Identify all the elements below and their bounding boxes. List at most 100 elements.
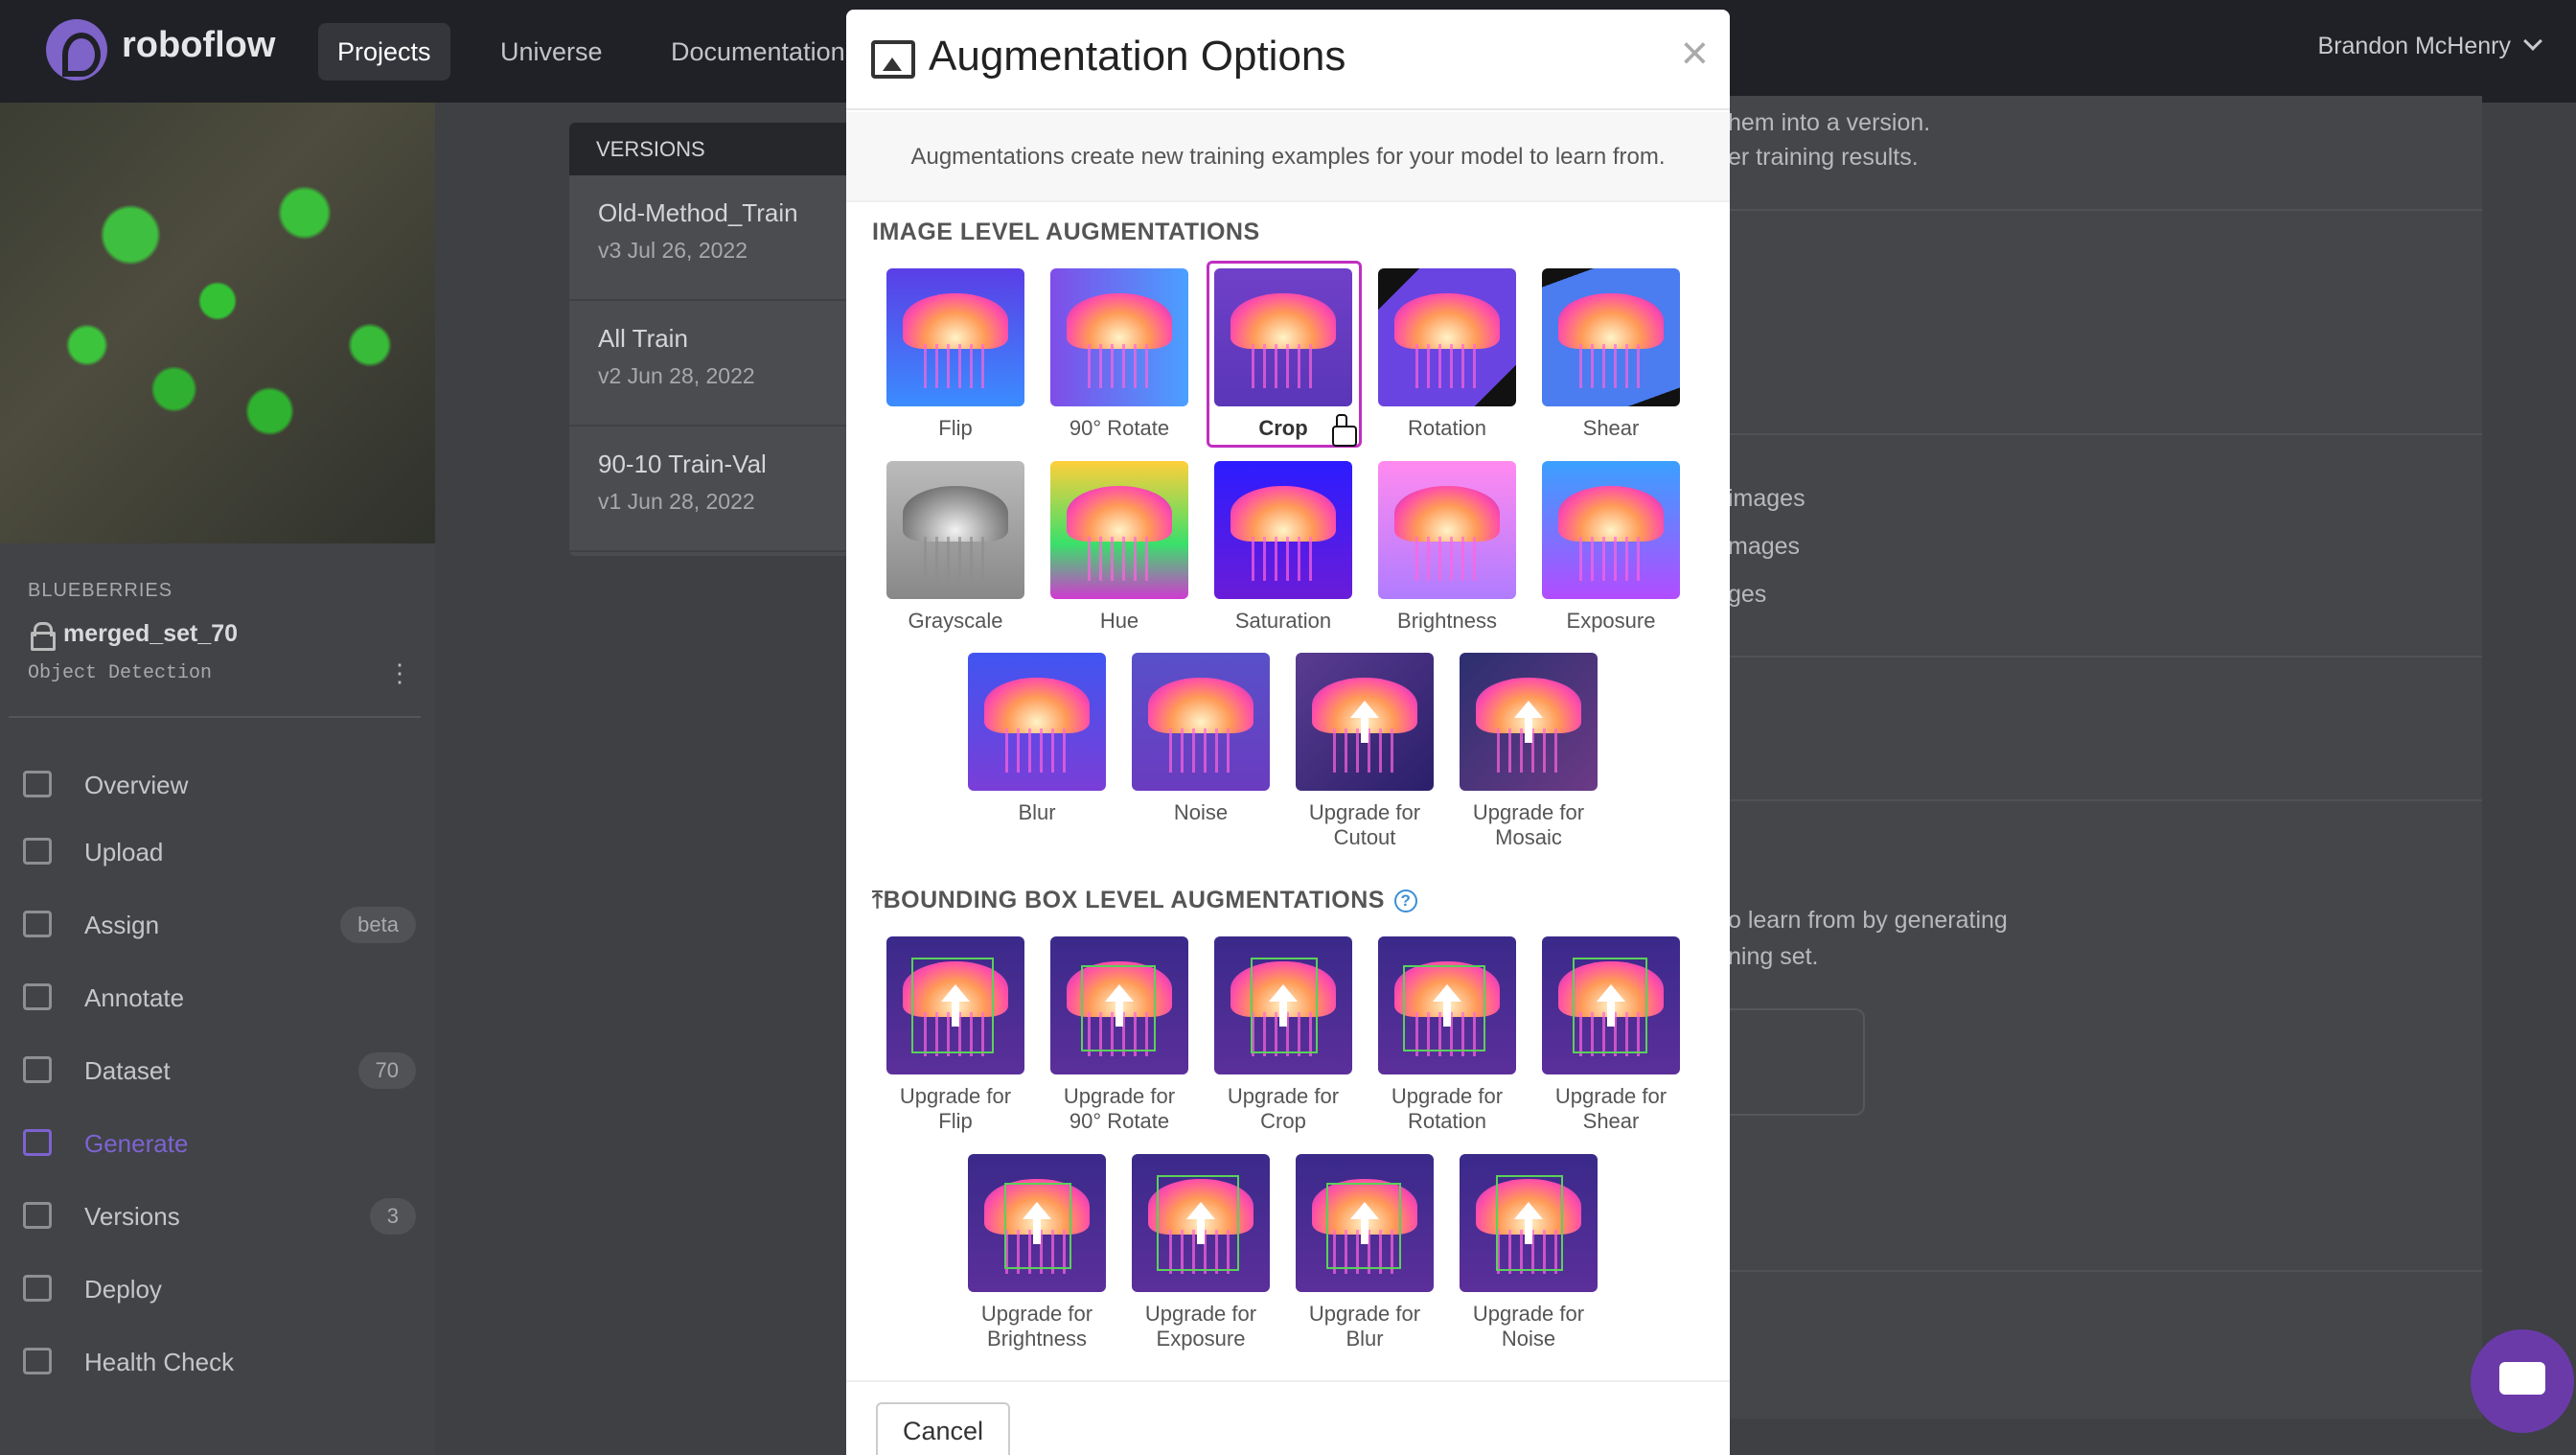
sidebar-item-annotate[interactable]: Annotate: [23, 976, 416, 1018]
augmentation-preview-image: [886, 936, 1024, 1074]
generate-icon: [23, 1129, 52, 1156]
jellyfish-image: [1230, 485, 1336, 581]
close-icon[interactable]: ×: [1681, 29, 1709, 77]
augmentation-tile-upgrade-for-brightness[interactable]: Upgrade for Brightness: [967, 1154, 1107, 1351]
upgrade-arrow-icon: [941, 984, 970, 1027]
augmentation-preview-image: [886, 461, 1024, 599]
project-name[interactable]: merged_set_70: [63, 620, 238, 648]
sidebar-item-health-check[interactable]: Health Check: [23, 1340, 416, 1382]
augmentation-tile-upgrade-for-blur[interactable]: Upgrade for Blur: [1295, 1154, 1435, 1351]
modal-footer-divider: [846, 1380, 1730, 1382]
search-icon: [23, 911, 52, 937]
jellyfish-image: [984, 677, 1090, 773]
augmentation-tile-brightness[interactable]: Brightness: [1377, 461, 1517, 634]
upgrade-arrow-icon: [1514, 701, 1543, 743]
augmentation-tile-flip[interactable]: Flip: [886, 268, 1025, 441]
nav-documentation[interactable]: Documentation: [652, 23, 864, 81]
augmentation-label: Upgrade for Crop: [1227, 1084, 1340, 1133]
version-item[interactable]: Old-Method_Train v3 Jul 26, 2022: [569, 175, 857, 301]
bg-text: o learn from by generating: [1728, 907, 2008, 934]
augmentation-tile-upgrade-for-shear[interactable]: Upgrade for Shear: [1541, 936, 1681, 1134]
augmentation-tile-rotation[interactable]: Rotation: [1377, 268, 1517, 441]
augmentation-tile-upgrade-for-cutout[interactable]: Upgrade for Cutout: [1295, 653, 1435, 850]
modal-header: Augmentation Options ×: [846, 10, 1730, 110]
nav-universe[interactable]: Universe: [481, 23, 622, 81]
bg-text: ges: [1728, 581, 1767, 608]
augmentation-preview-image: [1460, 653, 1598, 791]
jellyfish-image: [1394, 485, 1500, 581]
chat-icon[interactable]: [2471, 1329, 2574, 1433]
bg-text: hem into a version.: [1728, 109, 1931, 136]
augmentation-tile-upgrade-for-90-rotate[interactable]: Upgrade for 90° Rotate: [1049, 936, 1189, 1134]
chevron-down-icon: [2523, 32, 2542, 51]
roboflow-logo-icon[interactable]: [46, 19, 107, 81]
jellyfish-image: [1067, 292, 1172, 388]
user-name: Brandon McHenry: [2317, 33, 2511, 59]
augmentation-tile-hue[interactable]: Hue: [1049, 461, 1189, 634]
augmentation-tile-upgrade-for-exposure[interactable]: Upgrade for Exposure: [1131, 1154, 1271, 1351]
augmentation-label: 90° Rotate: [1069, 416, 1170, 440]
versions-panel: VERSIONS Old-Method_Train v3 Jul 26, 2022…: [569, 123, 857, 556]
cancel-button[interactable]: Cancel: [876, 1402, 1010, 1455]
upgrade-arrow-icon: [1350, 701, 1379, 743]
augmentation-tile-saturation[interactable]: Saturation: [1213, 461, 1353, 634]
divider: [1715, 1270, 2482, 1272]
lock-icon: [31, 622, 56, 651]
augmentation-label: Upgrade for Brightness: [980, 1302, 1093, 1351]
sidebar-item-label: Assign: [84, 911, 160, 939]
augmentation-tile-upgrade-for-rotation[interactable]: Upgrade for Rotation: [1377, 936, 1517, 1134]
project-type: Object Detection: [28, 662, 213, 684]
augmentation-tile-exposure[interactable]: Exposure: [1541, 461, 1681, 634]
sidebar-item-generate[interactable]: Generate: [23, 1121, 416, 1164]
augmentation-label: Upgrade for 90° Rotate: [1063, 1084, 1176, 1133]
augmentation-tile-90-rotate[interactable]: 90° Rotate: [1049, 268, 1189, 441]
sidebar: BLUEBERRIES merged_set_70 Object Detecti…: [0, 103, 435, 1455]
augmentation-tile-blur[interactable]: Blur: [967, 653, 1107, 825]
jellyfish-image: [903, 292, 1008, 388]
nav-projects[interactable]: Projects: [318, 23, 450, 81]
upgrade-arrow-icon: [1023, 1202, 1051, 1244]
augmentation-modal: Augmentation Options × Augmentations cre…: [846, 10, 1730, 1455]
image-icon: [871, 40, 915, 79]
sidebar-item-deploy[interactable]: Deploy: [23, 1267, 416, 1309]
augmentation-preview-image: [1378, 461, 1516, 599]
bbox-level-heading: ⤒BOUNDING BOX LEVEL AUGMENTATIONS?: [872, 887, 1417, 914]
divider: [9, 716, 421, 718]
augmentation-tile-upgrade-for-noise[interactable]: Upgrade for Noise: [1459, 1154, 1598, 1351]
count-badge: 70: [357, 1052, 416, 1089]
more-options-icon[interactable]: ⋮: [387, 658, 412, 687]
sidebar-item-versions[interactable]: Versions 3: [23, 1194, 416, 1236]
modal-title: Augmentation Options: [929, 33, 1346, 80]
jellyfish-image: [1148, 677, 1254, 773]
version-date: v3 Jul 26, 2022: [598, 238, 748, 263]
augmentation-label: Rotation: [1408, 416, 1486, 440]
sidebar-item-dataset[interactable]: Dataset 70: [23, 1049, 416, 1091]
version-title: Old-Method_Train: [598, 198, 798, 227]
sidebar-item-overview[interactable]: Overview: [23, 763, 416, 805]
sidebar-item-upload[interactable]: Upload: [23, 830, 416, 872]
augmentation-tile-shear[interactable]: Shear: [1541, 268, 1681, 441]
augmentation-tile-upgrade-for-crop[interactable]: Upgrade for Crop: [1213, 936, 1353, 1134]
upgrade-arrow-icon: [1350, 1202, 1379, 1244]
version-item[interactable]: All Train v2 Jun 28, 2022: [569, 301, 857, 427]
sidebar-item-label: Generate: [84, 1129, 189, 1158]
version-item[interactable]: 90-10 Train-Val v1 Jun 28, 2022: [569, 427, 857, 552]
sidebar-item-label: Annotate: [84, 983, 185, 1012]
brand-name[interactable]: roboflow: [122, 25, 275, 66]
augmentation-preview-image: [1542, 461, 1680, 599]
divider: [1715, 433, 2482, 435]
augmentation-label: Blur: [1018, 800, 1056, 824]
augmentation-tile-upgrade-for-flip[interactable]: Upgrade for Flip: [886, 936, 1025, 1134]
augmentation-tile-grayscale[interactable]: Grayscale: [886, 461, 1025, 634]
augmentation-tile-upgrade-for-mosaic[interactable]: Upgrade for Mosaic: [1459, 653, 1598, 850]
bg-box: [1715, 1008, 1865, 1116]
help-icon[interactable]: ?: [1393, 889, 1417, 913]
divider: [1715, 656, 2482, 658]
user-menu[interactable]: Brandon McHenry: [2317, 32, 2542, 60]
versions-icon: [23, 1202, 52, 1229]
augmentation-label: Upgrade for Flip: [899, 1084, 1012, 1133]
augmentation-tile-noise[interactable]: Noise: [1131, 653, 1271, 825]
overview-icon: [23, 771, 52, 797]
sidebar-item-assign[interactable]: Assign beta: [23, 903, 416, 945]
upgrade-arrow-icon: [1514, 1202, 1543, 1244]
